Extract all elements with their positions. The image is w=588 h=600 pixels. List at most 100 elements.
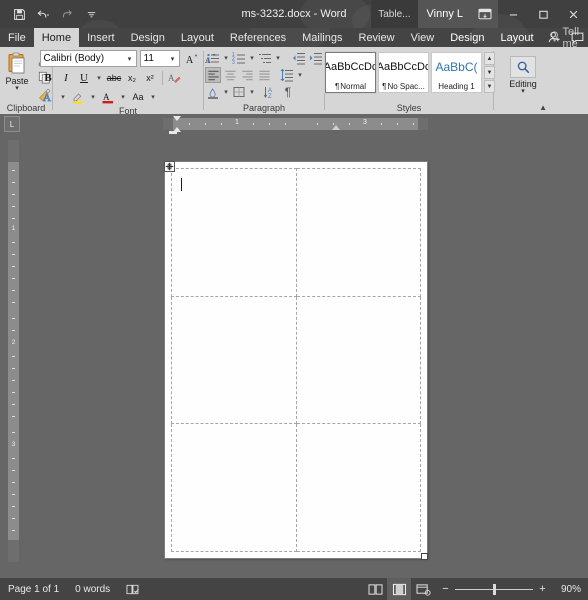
first-line-indent-marker[interactable]: [173, 116, 181, 121]
minimize-button[interactable]: [498, 0, 528, 28]
underline-dropdown-caret[interactable]: ▾: [94, 69, 105, 86]
save-icon[interactable]: [8, 3, 30, 25]
vertical-ruler[interactable]: 1 2 3: [8, 140, 19, 562]
chevron-down-icon[interactable]: ▾: [124, 55, 136, 63]
style-heading-1[interactable]: AaBbC( Heading 1: [431, 52, 482, 93]
proofing-errors-icon[interactable]: [118, 578, 148, 600]
tab-home[interactable]: Home: [33, 28, 80, 47]
tab-stop-selector[interactable]: L: [4, 116, 20, 132]
document-canvas[interactable]: [0, 134, 588, 578]
table-cell[interactable]: [171, 295, 297, 425]
multilevel-list-button[interactable]: [257, 50, 273, 66]
tab-table-design[interactable]: Design: [442, 28, 492, 47]
bold-button[interactable]: B: [40, 69, 57, 86]
redo-icon[interactable]: [56, 3, 78, 25]
change-case-caret[interactable]: ▾: [148, 88, 159, 105]
numbering-caret[interactable]: ▾: [248, 50, 256, 66]
chevron-down-icon[interactable]: ▾: [167, 55, 179, 63]
zoom-level-label[interactable]: 90%: [553, 584, 588, 595]
word-count[interactable]: 0 words: [67, 578, 118, 600]
right-indent-marker[interactable]: [332, 125, 340, 130]
customize-qat-icon[interactable]: [80, 3, 102, 25]
document-page[interactable]: [164, 161, 428, 560]
font-color-caret[interactable]: ▾: [118, 88, 129, 105]
account-name[interactable]: Vinny L: [417, 0, 472, 28]
paste-dropdown-caret[interactable]: ▾: [15, 85, 19, 92]
tab-mailings[interactable]: Mailings: [294, 28, 350, 47]
bullets-caret[interactable]: ▾: [222, 50, 230, 66]
zoom-out-button[interactable]: −: [441, 583, 450, 595]
justify-button[interactable]: [256, 67, 272, 83]
shading-button[interactable]: [205, 84, 221, 100]
font-size-combo[interactable]: 11 ▾: [139, 50, 180, 67]
horizontal-ruler[interactable]: 1 3: [163, 118, 428, 130]
numbering-button[interactable]: 123: [231, 50, 247, 66]
table-grid[interactable]: [171, 168, 421, 552]
editing-dropdown-caret[interactable]: ▾: [521, 88, 525, 95]
view-web-layout-button[interactable]: [411, 578, 435, 600]
tab-design[interactable]: Design: [123, 28, 173, 47]
zoom-in-button[interactable]: +: [538, 583, 547, 595]
italic-button[interactable]: I: [58, 69, 75, 86]
change-case-button[interactable]: Aa: [130, 88, 147, 105]
tab-insert[interactable]: Insert: [79, 28, 123, 47]
line-spacing-button[interactable]: [279, 67, 295, 83]
table-resize-handle[interactable]: [421, 553, 428, 560]
table-cell[interactable]: [295, 168, 421, 297]
align-right-button[interactable]: [239, 67, 255, 83]
table-row[interactable]: [171, 295, 421, 425]
view-print-layout-button[interactable]: [387, 578, 411, 600]
borders-button[interactable]: [231, 84, 247, 100]
text-highlight-color-button[interactable]: [70, 88, 87, 105]
tab-review[interactable]: Review: [351, 28, 403, 47]
superscript-button[interactable]: x²: [142, 69, 159, 86]
grow-font-button[interactable]: A: [184, 50, 201, 67]
undo-icon[interactable]: [32, 3, 54, 25]
close-button[interactable]: [558, 0, 588, 28]
document-table[interactable]: [164, 161, 428, 560]
tab-table-layout[interactable]: Layout: [492, 28, 541, 47]
table-cell[interactable]: [295, 423, 421, 552]
underline-button[interactable]: U: [76, 69, 93, 86]
line-spacing-caret[interactable]: ▾: [296, 67, 304, 83]
share-person-icon[interactable]: [548, 31, 561, 44]
strikethrough-button[interactable]: abc: [106, 69, 123, 86]
ribbon-display-options-icon[interactable]: [472, 0, 498, 28]
tab-view[interactable]: View: [403, 28, 443, 47]
comment-icon[interactable]: [571, 32, 584, 44]
tab-references[interactable]: References: [222, 28, 294, 47]
view-read-mode-button[interactable]: [363, 578, 387, 600]
tab-file[interactable]: File: [0, 28, 34, 47]
zoom-slider-thumb[interactable]: [493, 583, 496, 595]
font-color-button[interactable]: A: [100, 88, 117, 105]
clear-formatting-button[interactable]: A: [166, 69, 183, 86]
shading-caret[interactable]: ▾: [222, 84, 230, 100]
multilevel-caret[interactable]: ▾: [274, 50, 282, 66]
show-formatting-marks-button[interactable]: ¶: [280, 84, 296, 100]
tab-layout[interactable]: Layout: [173, 28, 222, 47]
table-cell[interactable]: [171, 168, 297, 297]
decrease-indent-button[interactable]: [291, 50, 307, 66]
table-row[interactable]: [171, 168, 421, 297]
style-normal[interactable]: AaBbCcDc ¶ Normal: [324, 51, 377, 94]
sort-button[interactable]: AZ: [263, 84, 279, 100]
align-center-button[interactable]: [222, 67, 238, 83]
text-effects-caret[interactable]: ▾: [58, 88, 69, 105]
paste-button[interactable]: Paste ▾: [0, 50, 35, 92]
align-left-button[interactable]: [205, 67, 221, 83]
zoom-slider-track[interactable]: [455, 583, 533, 595]
highlight-color-caret[interactable]: ▾: [88, 88, 99, 105]
table-row[interactable]: [171, 423, 421, 552]
table-cell[interactable]: [171, 423, 297, 552]
subscript-button[interactable]: x₂: [124, 69, 141, 86]
collapse-ribbon-icon[interactable]: ▲: [539, 103, 547, 112]
page-status[interactable]: Page 1 of 1: [0, 578, 67, 600]
style-no-spacing[interactable]: AaBbCcDc ¶ No Spac...: [378, 52, 429, 93]
bullets-button[interactable]: [205, 50, 221, 66]
maximize-restore-button[interactable]: [528, 0, 558, 28]
editing-button[interactable]: Editing ▾: [499, 53, 547, 95]
borders-caret[interactable]: ▾: [248, 84, 256, 100]
contextual-tab-mini-label[interactable]: Table...: [371, 0, 418, 28]
font-name-combo[interactable]: Calibri (Body) ▾: [39, 50, 137, 67]
table-move-handle[interactable]: [164, 161, 175, 172]
